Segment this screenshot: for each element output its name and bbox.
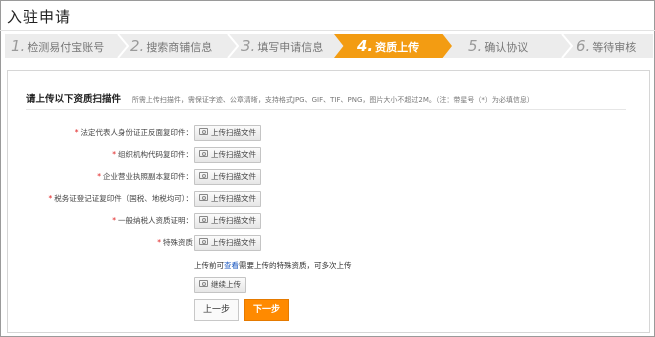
step-2: 2. 搜索商铺信息 <box>130 37 213 55</box>
required-star: * <box>48 194 53 203</box>
field-label: * 税务证登记证复印件（国税、地税均可）： <box>48 194 194 203</box>
image-icon <box>199 216 208 223</box>
step-5: 5. 确认协议 <box>468 37 529 55</box>
panel-note: 所需上传扫描件，需保证字迹、公章清晰，支持格式JPG、GIF、TIF、PNG，图… <box>131 96 534 104</box>
field-label: * 法定代表人身份证正反面复印件： <box>74 128 193 137</box>
image-icon <box>199 150 208 157</box>
upload-button[interactable]: 上传扫描文件 <box>194 235 261 251</box>
image-icon <box>199 280 208 287</box>
panel-divider <box>26 109 626 110</box>
step-separator-icon <box>117 34 129 58</box>
required-star: * <box>112 216 116 225</box>
required-star: * <box>112 150 116 159</box>
image-icon <box>199 238 208 245</box>
view-link[interactable]: 查看 <box>224 261 239 270</box>
continue-upload-button[interactable]: 继续上传 <box>194 277 246 293</box>
upload-button[interactable]: 上传扫描文件 <box>194 147 261 163</box>
required-star: * <box>97 172 101 181</box>
image-icon <box>199 128 208 135</box>
image-icon <box>199 172 208 179</box>
upload-tip: 上传前可查看需要上传的特殊资质，可多次上传 <box>194 261 352 270</box>
upload-button[interactable]: 上传扫描文件 <box>194 125 261 141</box>
step-separator-icon <box>227 34 239 58</box>
upload-button[interactable]: 上传扫描文件 <box>194 191 261 207</box>
title-divider <box>0 30 655 31</box>
field-row-taxpayer-qualification: * 一般纳税人资质证明： 上传扫描文件 <box>8 213 328 229</box>
field-row-legal-rep-id: * 法定代表人身份证正反面复印件： 上传扫描文件 <box>8 125 328 141</box>
progress-steps: 1. 检测易付宝账号 2. 搜索商铺信息 3. 填写申请信息 4. 资质上传 5. 确认协… <box>5 34 653 58</box>
field-label: * 组织机构代码复印件： <box>112 150 193 159</box>
page-title: 入驻申请 <box>7 8 72 26</box>
field-row-org-code: * 组织机构代码复印件： 上传扫描文件 <box>8 147 328 163</box>
prev-step-button[interactable]: 上一步 <box>194 299 239 321</box>
upload-button[interactable]: 上传扫描文件 <box>194 213 261 229</box>
step-separator-icon <box>561 34 573 58</box>
field-label: * 特殊资质 <box>157 238 193 247</box>
field-row-tax-registration: * 税务证登记证复印件（国税、地税均可）： 上传扫描文件 <box>8 191 328 207</box>
required-star: * <box>74 128 79 137</box>
step-4-current: 4. 资质上传 <box>357 37 420 55</box>
continue-upload-row: 继续上传 <box>8 277 328 293</box>
upload-panel: 请上传以下资质扫描件 所需上传扫描件，需保证字迹、公章清晰，支持格式JPG、GI… <box>7 70 650 333</box>
field-label: * 一般纳税人资质证明： <box>112 216 193 225</box>
panel-header: 请上传以下资质扫描件 所需上传扫描件，需保证字迹、公章清晰，支持格式JPG、GI… <box>26 91 534 105</box>
next-step-button[interactable]: 下一步 <box>244 299 289 321</box>
step-6: 6. 等待审核 <box>576 37 637 55</box>
step-1: 1. 检测易付宝账号 <box>11 37 105 55</box>
image-icon <box>199 194 208 201</box>
field-label: * 企业营业执照副本复印件： <box>97 172 193 181</box>
field-row-special-qualification: * 特殊资质 上传扫描文件 <box>8 235 328 251</box>
required-star: * <box>157 238 161 247</box>
upload-button[interactable]: 上传扫描文件 <box>194 169 261 185</box>
panel-heading: 请上传以下资质扫描件 <box>26 94 122 105</box>
field-row-business-license: * 企业营业执照副本复印件： 上传扫描文件 <box>8 169 328 185</box>
step-3: 3. 填写申请信息 <box>241 37 324 55</box>
